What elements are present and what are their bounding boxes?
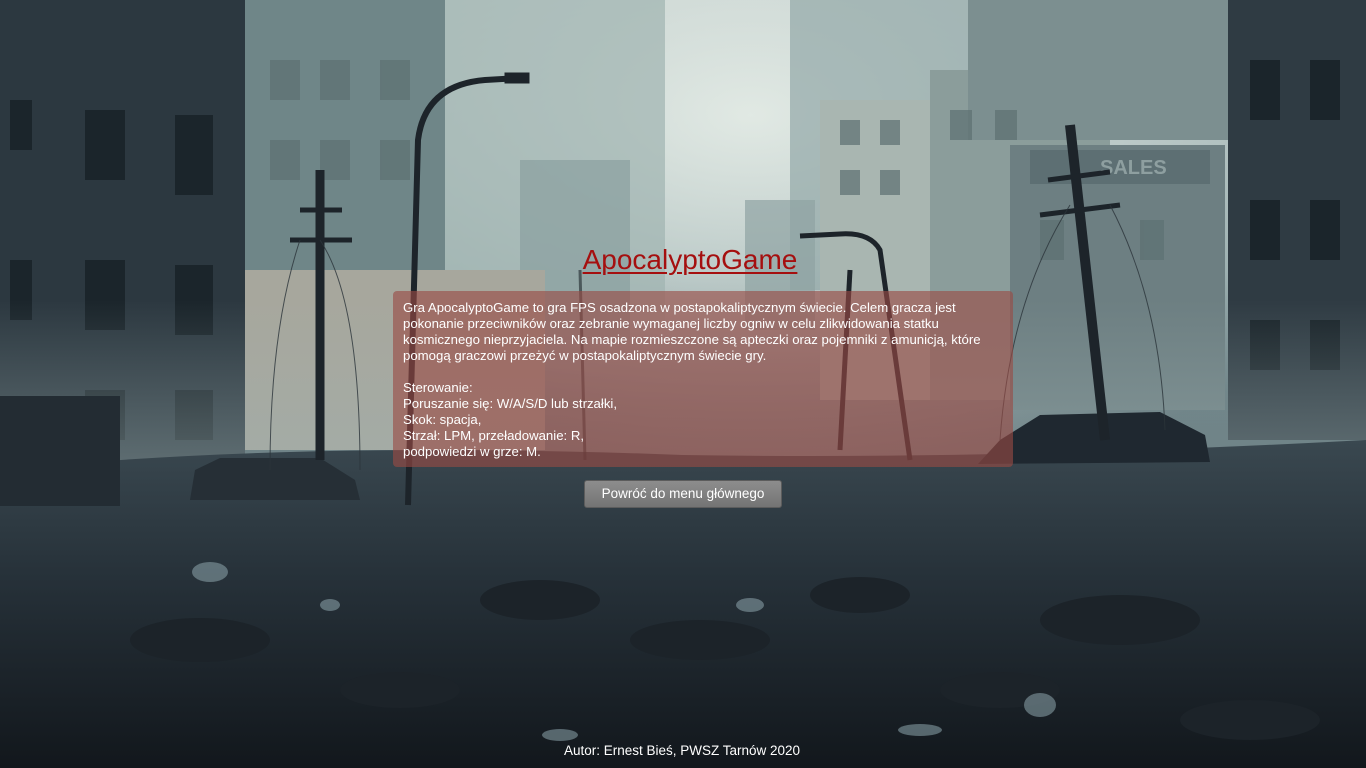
author-credit: Autor: Ernest Bieś, PWSZ Tarnów 2020 bbox=[563, 743, 801, 758]
sales-sign-text: SALES bbox=[1100, 157, 1167, 179]
game-info-panel: Gra ApocalyptoGame to gra FPS osadzona w… bbox=[393, 291, 1013, 467]
control-hints: podpowiedzi w grze: M. bbox=[403, 444, 541, 459]
back-to-main-menu-button[interactable]: Powróć do menu głównego bbox=[584, 480, 782, 508]
control-jump: Skok: spacja, bbox=[403, 412, 482, 427]
game-title: ApocalyptoGame bbox=[582, 244, 798, 275]
controls-header: Sterowanie: bbox=[403, 380, 473, 395]
control-shoot-reload: Strzał: LPM, przeładowanie: R, bbox=[403, 428, 585, 443]
control-move: Poruszanie się: W/A/S/D lub strzałki, bbox=[403, 396, 618, 411]
game-menu-screen: SALES ApocalyptoGame Gra ApocalyptoGame … bbox=[0, 0, 1366, 768]
game-description: Gra ApocalyptoGame to gra FPS osadzona w… bbox=[403, 300, 981, 363]
